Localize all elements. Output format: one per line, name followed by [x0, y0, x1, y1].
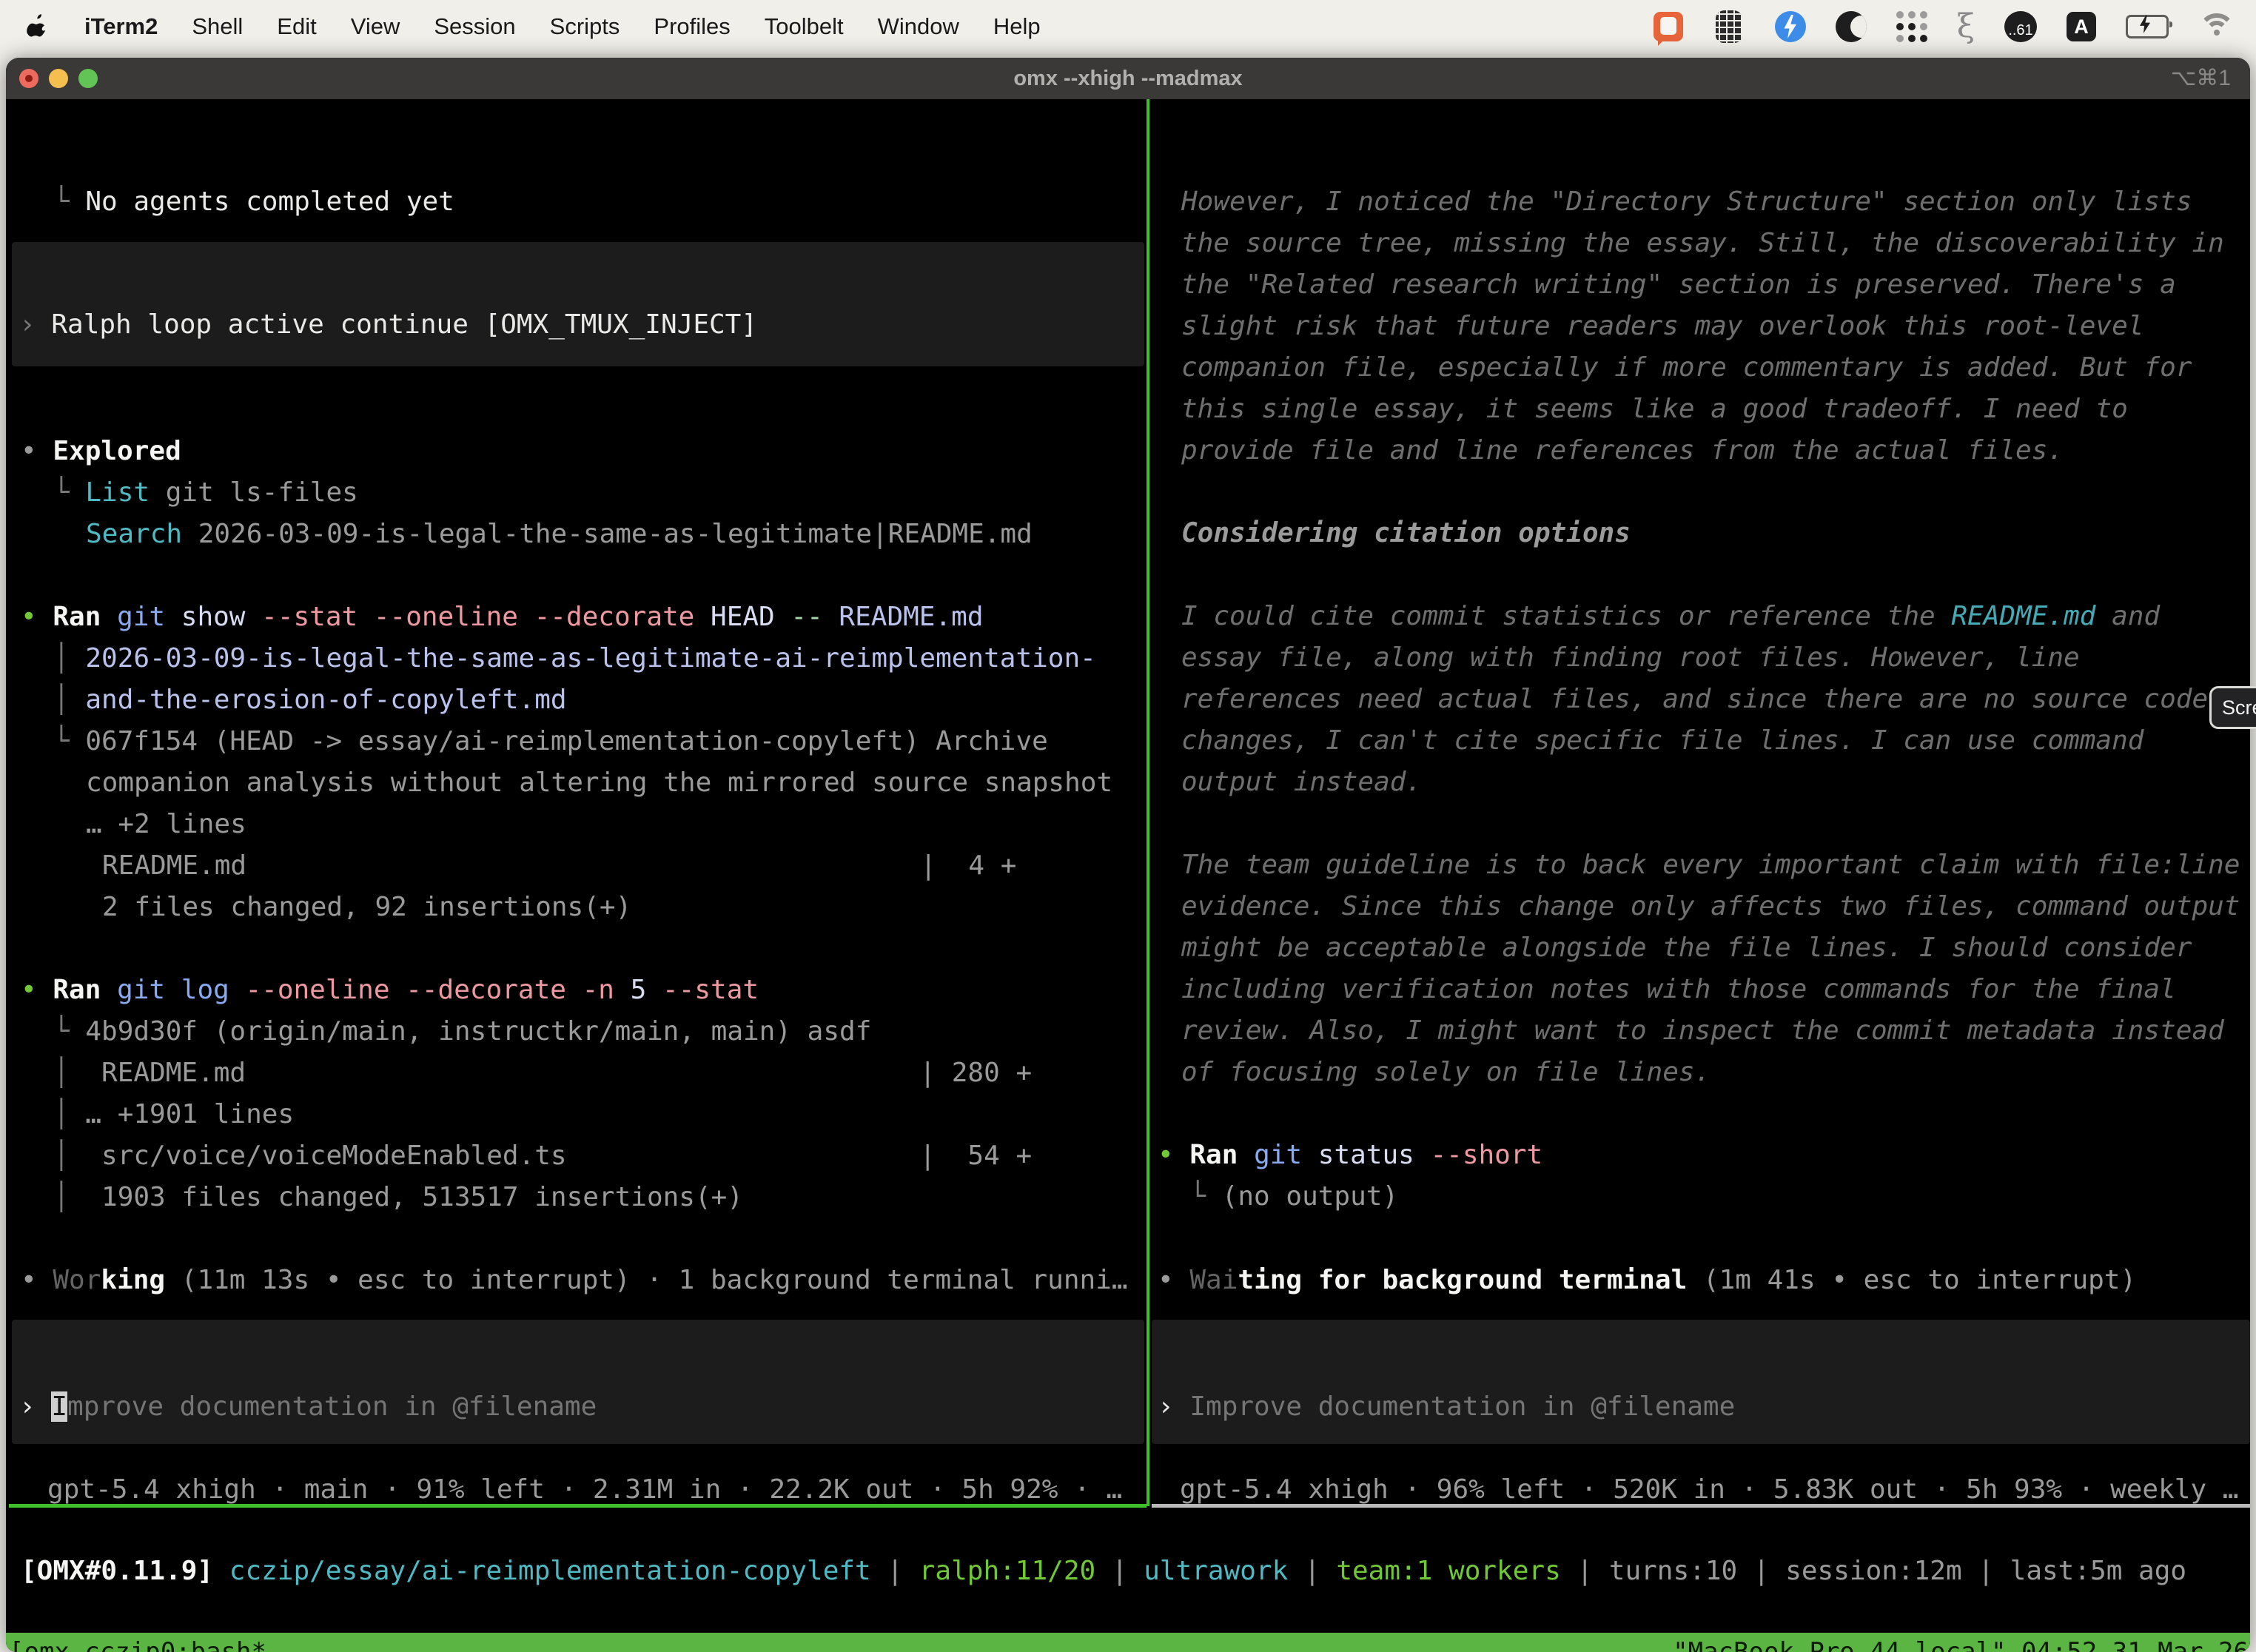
iterm2-window: omx --xhigh --madmax ⌥⌘1 └ No agents com…: [6, 58, 2250, 1652]
apple-menu-icon[interactable]: [25, 12, 50, 41]
menu-item-help[interactable]: Help: [993, 13, 1041, 40]
reasoning-text: slight risk that future readers may over…: [1181, 306, 2143, 347]
git-log-stat: │ 1903 files changed, 513517 insertions(…: [53, 1177, 743, 1218]
menu-item-edit[interactable]: Edit: [277, 13, 316, 40]
agents-status-line: └ No agents completed yet: [53, 181, 454, 223]
ran-git-status: • Ran git status --short: [1158, 1135, 1542, 1176]
git-show-stat: README.md | 4 +: [102, 845, 1016, 887]
prompt-input-line: › Improve documentation in @filename: [1158, 1386, 1735, 1428]
reasoning-text: output instead.: [1181, 762, 1422, 803]
explored-search: Search 2026-03-09-is-legal-the-same-as-l…: [86, 514, 1033, 555]
terminal-screen: └ No agents completed yet › Ralph loop ac…: [6, 99, 2250, 1652]
explored-header: • Explored: [21, 431, 181, 472]
screen-record-icon[interactable]: [1654, 12, 1683, 41]
ran-git-log: • Ran git log --oneline --decorate -n 5 …: [21, 970, 759, 1011]
menu-items: iTerm2 Shell Edit View Session Scripts Profile…: [0, 12, 1041, 41]
menu-item-profiles[interactable]: Profiles: [654, 13, 730, 40]
menu-item-window[interactable]: Window: [878, 13, 959, 40]
reasoning-text: changes, I can't cite specific file line…: [1181, 720, 2143, 762]
explored-list: └ List git ls-files: [53, 472, 358, 514]
tmux-host-clock: "MacBook-Pro-44.local" 04:52 31-Mar-26: [1673, 1633, 2250, 1652]
menu-item-toolbelt[interactable]: Toolbelt: [765, 13, 844, 40]
git-status-output: └ (no output): [1158, 1176, 1398, 1218]
cmd-continuation: │ 2026-03-09-is-legal-the-same-as-legiti…: [53, 638, 1096, 679]
git-show-output: … +2 lines: [86, 804, 246, 845]
window-shortcut-badge: ⌥⌘1: [2171, 58, 2231, 99]
badge-61-icon[interactable]: ..61: [2004, 11, 2037, 42]
omx-status-line: [OMX#0.11.9] cczip/essay/ai-reimplementa…: [21, 1551, 2186, 1592]
letter-a-icon[interactable]: A: [2067, 12, 2096, 41]
tmux-session-label: [omx-cczip0:bash*: [6, 1633, 266, 1652]
screen-share-overlay-chip[interactable]: Scre: [2209, 686, 2256, 729]
git-log-output: └ 4b9d30f (origin/main, instructkr/main,…: [53, 1011, 871, 1052]
reasoning-text: of focusing solely on file lines.: [1181, 1052, 1711, 1093]
git-log-stat: │ src/voice/voiceModeEnabled.ts | 54 +: [53, 1135, 1032, 1177]
waiting-status: • Waiting for background terminal (1m 41…: [1158, 1260, 2136, 1301]
git-show-output: companion analysis without altering the …: [86, 762, 1112, 804]
git-log-stat: │ README.md | 280 +: [53, 1052, 1032, 1094]
ralph-loop-line: › Ralph loop active continue [OMX_TMUX_I…: [19, 304, 757, 346]
menu-item-session[interactable]: Session: [434, 13, 515, 40]
model-status-line: gpt-5.4 xhigh · 96% left · 520K in · 5.8…: [1180, 1469, 2238, 1505]
shield-grid-icon[interactable]: [1713, 7, 1745, 47]
window-title: omx --xhigh --madmax: [6, 58, 2250, 99]
cmd-continuation: │ and-the-erosion-of-copyleft.md: [53, 679, 567, 721]
pane-border-bottom-inactive: [1152, 1504, 2250, 1508]
git-show-stat: 2 files changed, 92 insertions(+): [102, 887, 631, 928]
tmux-pane-left[interactable]: └ No agents completed yet › Ralph loop ac…: [6, 99, 1146, 1505]
reasoning-text: The team guideline is to back every impo…: [1181, 845, 2240, 886]
battery-charging-icon[interactable]: [2126, 15, 2169, 38]
ran-git-show: • Ran git show --stat --oneline --decora…: [21, 597, 984, 638]
working-status: • Working (11m 13s • esc to interrupt) ·…: [21, 1260, 1128, 1301]
dots-grid-icon[interactable]: [1896, 11, 1927, 42]
blue-bolt-icon[interactable]: [1775, 11, 1806, 42]
reasoning-text: references need actual files, and since …: [1181, 679, 2208, 720]
reasoning-heading: Considering citation options: [1181, 513, 1631, 554]
pane-divider-vertical[interactable]: [1147, 99, 1149, 1506]
git-show-output: └ 067f154 (HEAD -> essay/ai-reimplementa…: [53, 721, 1048, 762]
prompt-input-line: › Improve documentation in @filename: [19, 1386, 597, 1428]
pane-border-bottom-active: [9, 1504, 1147, 1508]
reasoning-text: might be acceptable alongside the file l…: [1181, 927, 2192, 969]
reasoning-text: this single essay, it seems like a good …: [1181, 389, 2128, 430]
moon-crescent-icon[interactable]: [1836, 11, 1867, 42]
tmux-status-bar: [omx-cczip0:bash* "MacBook-Pro-44.local"…: [6, 1633, 2250, 1652]
menu-status-icons: ξ ..61 A: [1654, 7, 2256, 47]
desktop: { "menu_bar": { "items": ["iTerm2", "She…: [0, 0, 2256, 1652]
menu-item-shell[interactable]: Shell: [192, 13, 243, 40]
reasoning-text: review. Also, I might want to inspect th…: [1181, 1010, 2224, 1052]
reasoning-text: provide file and line references from th…: [1181, 430, 2064, 471]
menu-item-view[interactable]: View: [351, 13, 400, 40]
wifi-icon[interactable]: [2198, 13, 2235, 40]
squiggle-icon[interactable]: ξ: [1957, 10, 1975, 43]
reasoning-text: I could cite commit statistics or refere…: [1181, 596, 2160, 637]
reasoning-text: However, I noticed the "Directory Struct…: [1181, 181, 2192, 223]
reasoning-text: essay file, along with finding root file…: [1181, 637, 2080, 679]
reasoning-text: including verification notes with those …: [1181, 969, 2176, 1010]
reasoning-text: companion file, especially if more comme…: [1181, 347, 2192, 389]
reasoning-text: evidence. Since this change only affects…: [1181, 886, 2240, 927]
window-title-bar[interactable]: omx --xhigh --madmax ⌥⌘1: [6, 58, 2250, 99]
git-log-stat: │ … +1901 lines: [53, 1094, 294, 1135]
model-status-line: gpt-5.4 xhigh · main · 91% left · 2.31M …: [47, 1469, 1122, 1505]
reasoning-text: the "Related research writing" section i…: [1181, 264, 2176, 306]
tmux-pane-right[interactable]: However, I noticed the "Directory Struct…: [1152, 99, 2250, 1505]
menu-item-iterm2[interactable]: iTerm2: [84, 13, 158, 40]
macos-menu-bar: iTerm2 Shell Edit View Session Scripts Profile…: [0, 0, 2256, 53]
menu-item-scripts[interactable]: Scripts: [550, 13, 620, 40]
reasoning-text: the source tree, missing the essay. Stil…: [1181, 223, 2224, 264]
